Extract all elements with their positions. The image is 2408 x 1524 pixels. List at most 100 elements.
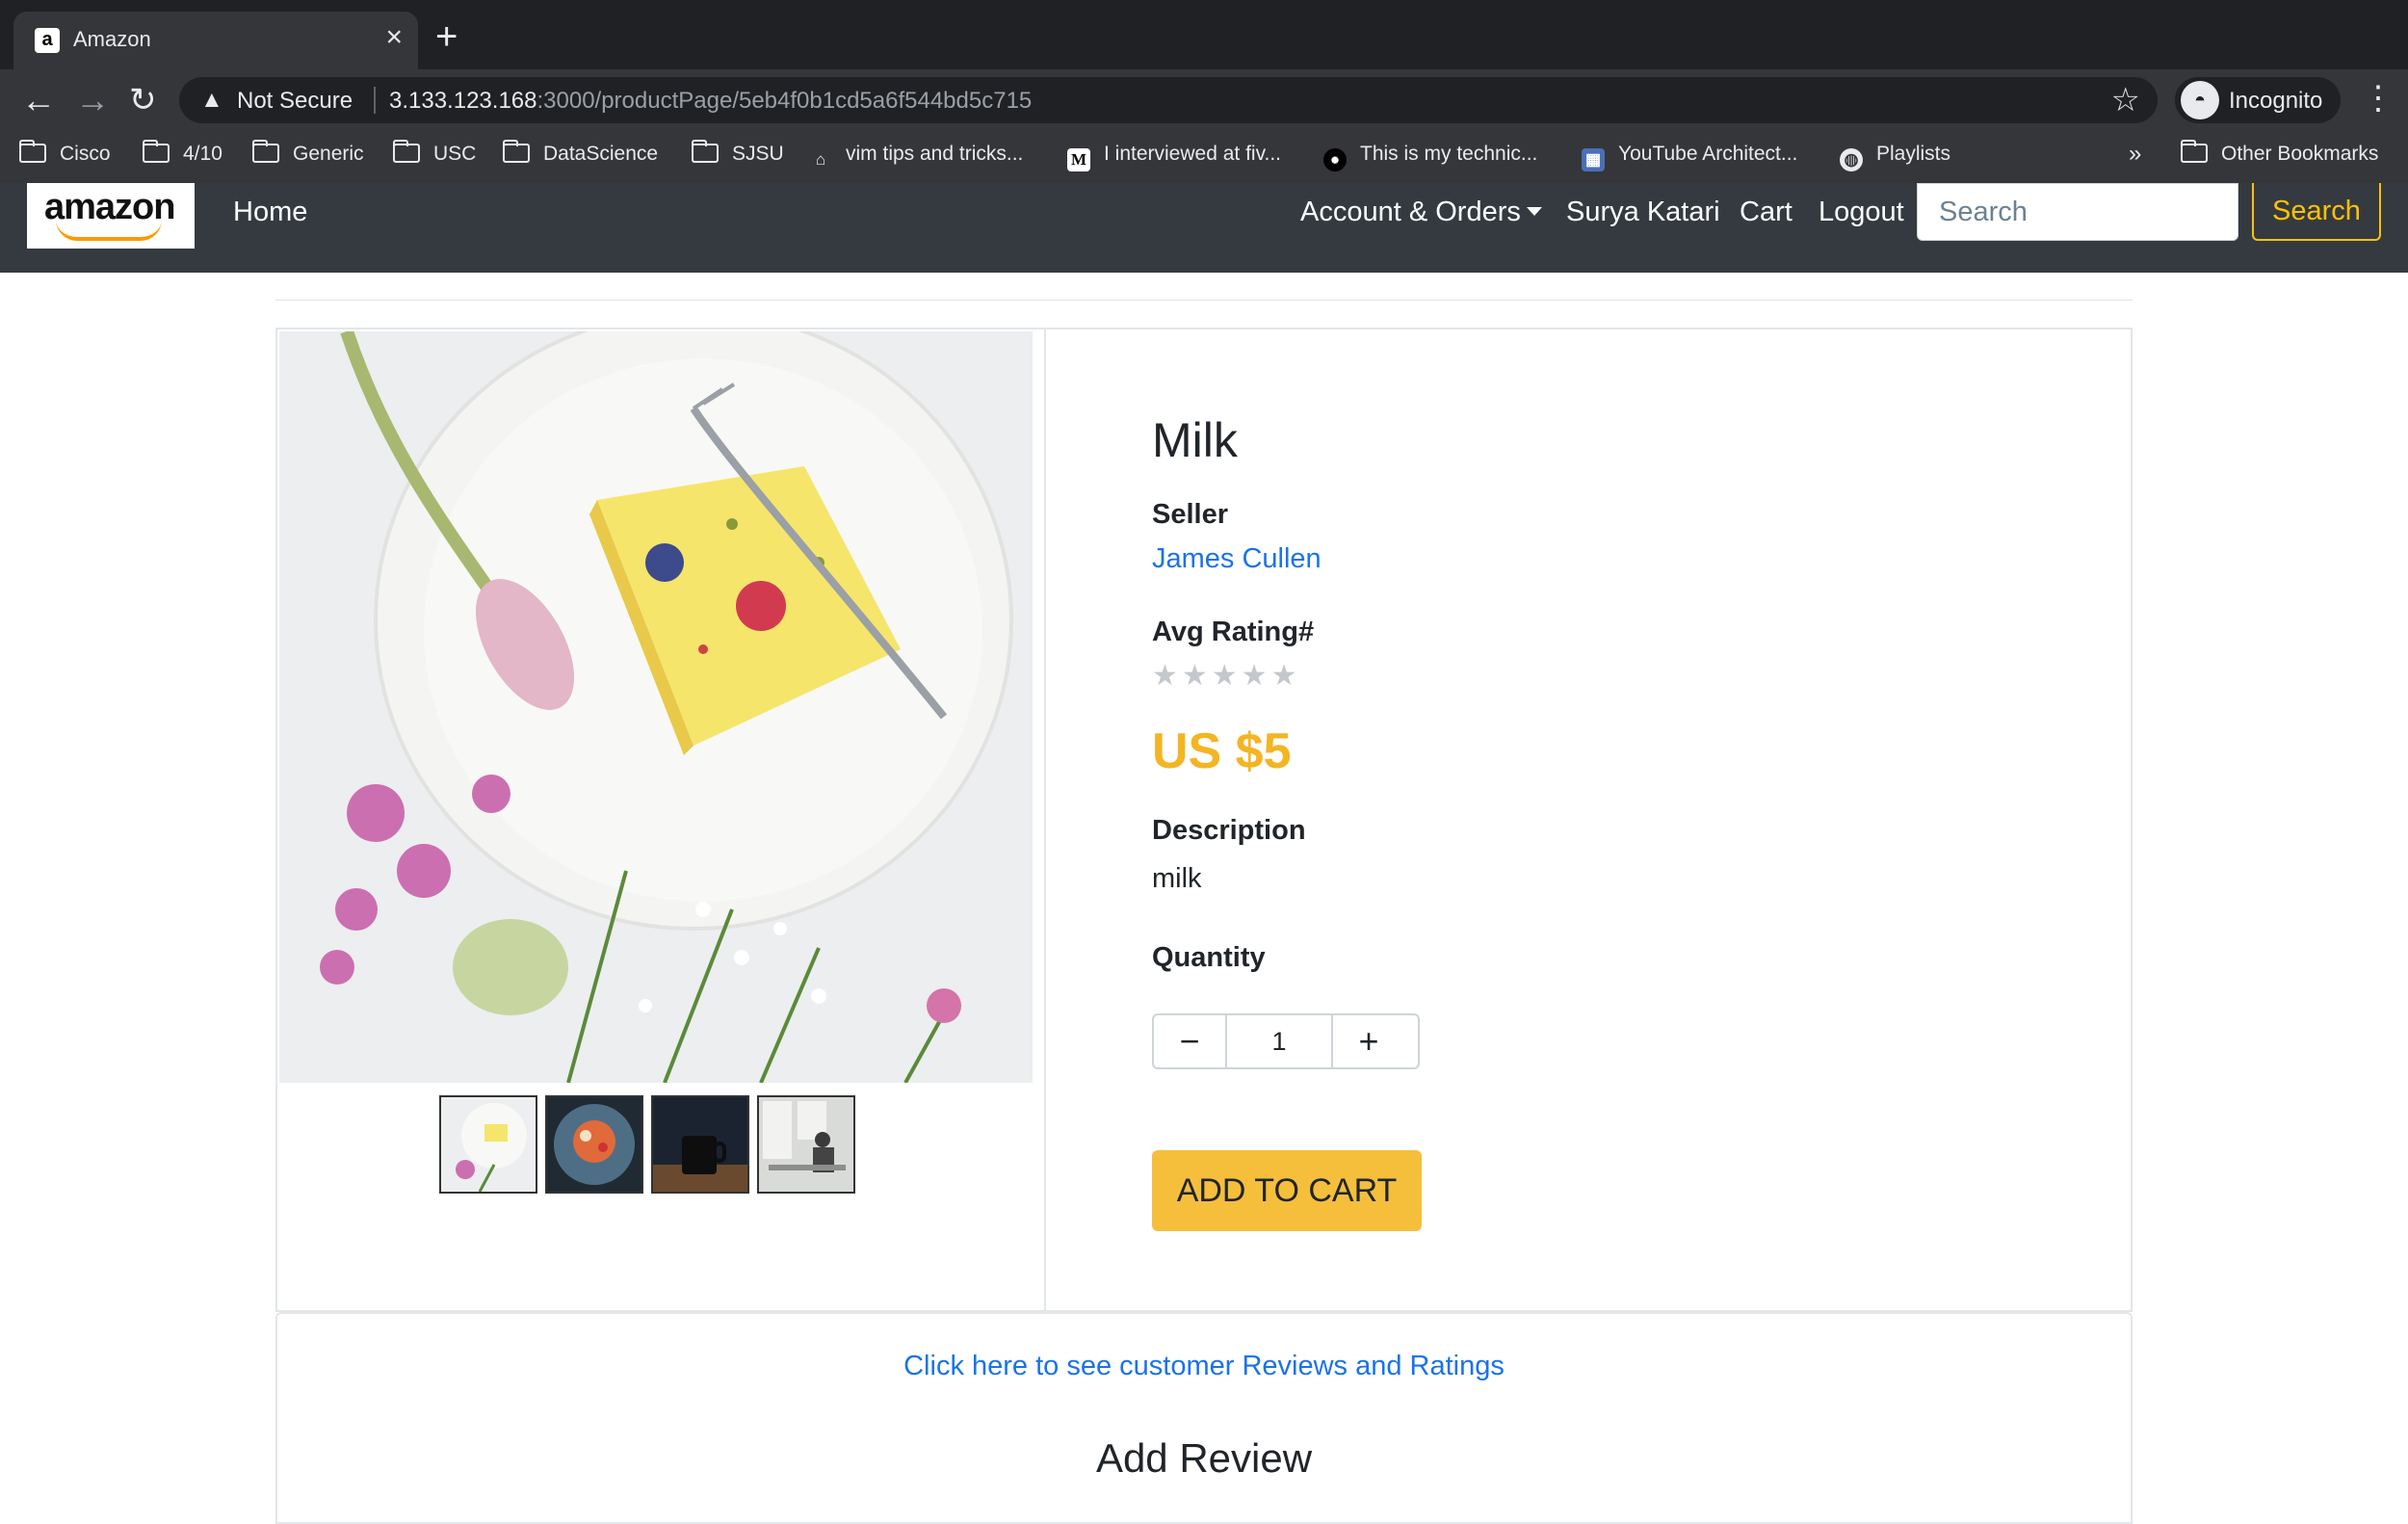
- site-icon: ⌂: [815, 150, 826, 169]
- bookmark-label: I interviewed at fiv...: [1104, 143, 1282, 165]
- search-input[interactable]: [1917, 183, 2238, 241]
- thumbnail-image: [653, 1097, 747, 1192]
- product-card: Milk Seller James Cullen Avg Rating# ★★★…: [275, 328, 2133, 1312]
- product-title: Milk: [1152, 413, 1238, 467]
- folder-icon: [393, 140, 420, 163]
- bookmark-youtube-architect[interactable]: ▦ YouTube Architect...: [1582, 143, 1797, 171]
- new-tab-icon[interactable]: +: [435, 17, 458, 56]
- incognito-profile-button[interactable]: ◓ Incognito: [2175, 77, 2341, 123]
- url-path: :3000/productPage/5eb4f0b1cd5a6f544bd5c7…: [537, 88, 1033, 114]
- nav-home[interactable]: Home: [233, 197, 307, 228]
- site-navbar: amazon Home Account & Orders Surya Katar…: [0, 183, 2408, 273]
- thumbnail-1[interactable]: [439, 1095, 537, 1194]
- other-bookmarks[interactable]: Other Bookmarks: [2181, 140, 2379, 166]
- seller-link[interactable]: James Cullen: [1152, 543, 1322, 575]
- add-to-cart-button[interactable]: ADD TO CART: [1152, 1150, 1422, 1231]
- address-separator: [374, 87, 376, 114]
- github-icon: ●: [1323, 148, 1347, 171]
- thumbnail-2[interactable]: [545, 1095, 643, 1194]
- search-button[interactable]: Search: [2252, 183, 2381, 241]
- seller-label: Seller: [1152, 499, 1228, 530]
- column-divider: [1044, 329, 1046, 1310]
- bookmark-interviewed[interactable]: M I interviewed at fiv...: [1067, 143, 1281, 171]
- thumbnail-3[interactable]: [651, 1095, 749, 1194]
- rating-stars: ★★★★★: [1152, 660, 1301, 692]
- medium-icon: M: [1067, 148, 1090, 171]
- bookmark-label: Cisco: [60, 143, 111, 165]
- bookmark-usc[interactable]: USC: [393, 140, 477, 166]
- warning-icon: ▲: [200, 87, 223, 113]
- reviews-link[interactable]: Click here to see customer Reviews and R…: [277, 1351, 2131, 1382]
- bookmark-label: YouTube Architect...: [1618, 143, 1798, 165]
- decrement-button[interactable]: −: [1154, 1015, 1225, 1067]
- browser-menu-icon[interactable]: ⋮: [2362, 79, 2395, 118]
- bookmarks-overflow-button[interactable]: »: [2129, 141, 2141, 168]
- close-tab-icon[interactable]: ×: [385, 23, 403, 52]
- bookmark-label: Generic: [293, 143, 364, 165]
- thumbnail-4[interactable]: [757, 1095, 855, 1194]
- product-main-image[interactable]: [279, 331, 1033, 1083]
- logo-smile-icon: [56, 220, 162, 241]
- quantity-stepper: − 1 +: [1152, 1013, 1420, 1069]
- product-price: US $5: [1152, 723, 1292, 779]
- quantity-value[interactable]: 1: [1225, 1015, 1333, 1067]
- nav-cart[interactable]: Cart: [1740, 197, 1793, 228]
- url-text: 3.133.123.168:3000/productPage/5eb4f0b1c…: [389, 88, 1032, 115]
- folder-icon: [143, 140, 170, 163]
- bookmarks-bar: Cisco 4/10 Generic USC DataScience SJSU …: [0, 131, 2408, 183]
- product-description: milk: [1152, 863, 1202, 894]
- avg-rating-label: Avg Rating#: [1152, 617, 1315, 647]
- folder-icon: [503, 140, 530, 163]
- incognito-label: Incognito: [2229, 88, 2323, 114]
- back-arrow-icon[interactable]: ←: [21, 81, 56, 119]
- nav-account-orders-dropdown[interactable]: Account & Orders: [1300, 197, 1542, 228]
- nav-logout[interactable]: Logout: [1819, 197, 1904, 228]
- increment-button[interactable]: +: [1333, 1015, 1404, 1067]
- amazon-logo[interactable]: amazon: [27, 183, 195, 249]
- folder-icon: [692, 140, 719, 163]
- bookmark-label: 4/10: [183, 143, 222, 165]
- security-label: Not Secure: [237, 88, 353, 114]
- bookmark-label: This is my technic...: [1360, 143, 1538, 165]
- browser-tab[interactable]: a Amazon ×: [13, 12, 418, 69]
- bookmark-technical[interactable]: ● This is my technic...: [1323, 143, 1537, 171]
- browser-tab-strip: a Amazon × +: [0, 0, 2408, 69]
- description-label: Description: [1152, 815, 1306, 846]
- bookmark-cisco[interactable]: Cisco: [19, 140, 111, 166]
- bookmark-4-10[interactable]: 4/10: [143, 140, 222, 166]
- caret-down-icon: [1526, 207, 1542, 216]
- url-host: 3.133.123.168: [389, 88, 537, 114]
- dessert-plate-photo: [279, 331, 1033, 1083]
- nav-user[interactable]: Surya Katari: [1566, 197, 1720, 228]
- other-bookmarks-label: Other Bookmarks: [2221, 143, 2379, 165]
- bookmark-label: DataScience: [543, 143, 659, 165]
- incognito-icon: ◓: [2181, 81, 2219, 119]
- bookmark-label: Playlists: [1876, 143, 1951, 165]
- bookmark-label: USC: [433, 143, 477, 165]
- browser-toolbar: ← → ↻ ▲ Not Secure 3.133.123.168:3000/pr…: [0, 69, 2408, 131]
- amazon-favicon-icon: a: [35, 28, 60, 53]
- bookmark-playlists[interactable]: ◍ Playlists: [1840, 143, 1950, 171]
- bookmark-star-icon[interactable]: ☆: [2111, 81, 2140, 119]
- add-review-heading: Add Review: [1095, 1435, 1313, 1481]
- reload-icon[interactable]: ↻: [129, 81, 157, 119]
- folder-icon: [2181, 140, 2208, 163]
- bookmark-vim-tips[interactable]: ⌂ vim tips and tricks...: [809, 143, 1024, 171]
- bookmark-label: SJSU: [732, 143, 784, 165]
- bookmark-datascience[interactable]: DataScience: [503, 140, 659, 166]
- folder-icon: [252, 140, 279, 163]
- forward-arrow-icon[interactable]: →: [75, 81, 110, 119]
- thumbnail-image: [441, 1097, 536, 1192]
- tab-title: Amazon: [73, 27, 151, 51]
- reviews-card: Click here to see customer Reviews and R…: [275, 1312, 2133, 1524]
- bookmark-sjsu[interactable]: SJSU: [692, 140, 784, 166]
- folder-icon: [19, 140, 46, 163]
- divider: [275, 300, 2133, 301]
- thumbnail-image: [547, 1097, 641, 1192]
- bookmark-generic[interactable]: Generic: [252, 140, 364, 166]
- bookmark-label: vim tips and tricks...: [846, 143, 1024, 165]
- globe-icon: ◍: [1840, 148, 1863, 171]
- site-icon: ▦: [1582, 148, 1605, 171]
- address-bar[interactable]: ▲ Not Secure 3.133.123.168:3000/productP…: [179, 77, 2158, 123]
- thumbnail-image: [759, 1097, 853, 1192]
